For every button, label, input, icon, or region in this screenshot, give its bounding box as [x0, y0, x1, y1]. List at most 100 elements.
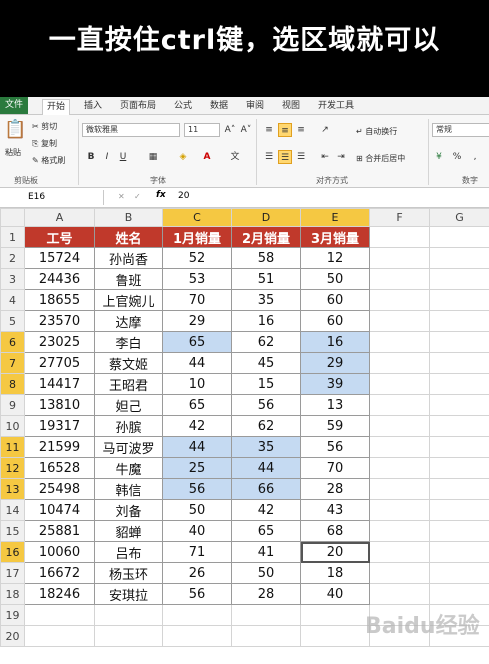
cell[interactable]: 44 — [231, 457, 301, 479]
tab-view[interactable]: 视图 — [278, 99, 304, 114]
tab-file[interactable]: 文件 — [0, 97, 28, 114]
cell[interactable]: 60 — [300, 289, 370, 311]
cell[interactable]: 68 — [300, 520, 370, 542]
fx-icon[interactable]: fx — [156, 190, 166, 200]
cell[interactable]: 56 — [231, 394, 301, 416]
cell[interactable]: 16672 — [24, 562, 95, 584]
cell[interactable] — [369, 457, 430, 479]
cell[interactable]: 35 — [231, 289, 301, 311]
cell[interactable]: 13 — [300, 394, 370, 416]
cell[interactable] — [369, 247, 430, 269]
phonetic-icon[interactable]: 文 — [228, 150, 242, 164]
cell[interactable]: 60 — [300, 310, 370, 332]
confirm-entry-icon[interactable]: ✓ — [134, 192, 141, 201]
cell[interactable]: 牛魔 — [94, 457, 163, 479]
align-top-icon[interactable]: ≡ — [262, 123, 276, 137]
cell[interactable]: 56 — [162, 583, 232, 605]
cell[interactable] — [429, 499, 489, 521]
cell[interactable]: 19317 — [24, 415, 95, 437]
font-size-select[interactable]: 11 — [184, 123, 220, 137]
cell[interactable]: 10060 — [24, 541, 95, 563]
cell[interactable]: 50 — [231, 562, 301, 584]
cell[interactable]: 65 — [162, 394, 232, 416]
tab-formulas[interactable]: 公式 — [170, 99, 196, 114]
cell[interactable]: 28 — [231, 583, 301, 605]
grow-font-icon[interactable]: A˄ — [223, 123, 237, 137]
row-header[interactable]: 1 — [0, 226, 25, 248]
cell[interactable]: 51 — [231, 268, 301, 290]
row-header[interactable]: 12 — [0, 457, 25, 479]
copy-button[interactable]: ⎘ 复制 — [32, 138, 57, 149]
cell[interactable]: 35 — [231, 436, 301, 458]
cell[interactable]: 12 — [300, 247, 370, 269]
cell[interactable]: 40 — [300, 583, 370, 605]
row-header[interactable]: 2 — [0, 247, 25, 269]
cell[interactable] — [369, 583, 430, 605]
row-header[interactable]: 14 — [0, 499, 25, 521]
cell[interactable] — [429, 373, 489, 395]
cell[interactable] — [369, 562, 430, 584]
cell[interactable] — [162, 625, 232, 647]
cell[interactable] — [369, 541, 430, 563]
increase-indent-icon[interactable]: ⇥ — [334, 150, 348, 164]
tab-home[interactable]: 开始 — [42, 99, 71, 115]
cell[interactable] — [300, 625, 370, 647]
cell[interactable]: 29 — [162, 310, 232, 332]
cell[interactable] — [429, 268, 489, 290]
cell[interactable]: 70 — [300, 457, 370, 479]
cell[interactable]: 达摩 — [94, 310, 163, 332]
cell[interactable]: 18655 — [24, 289, 95, 311]
cell[interactable]: 29 — [300, 352, 370, 374]
cell[interactable]: 59 — [300, 415, 370, 437]
wrap-text-button[interactable]: ↵ 自动换行 — [356, 126, 397, 137]
column-header[interactable]: D — [231, 208, 301, 227]
cell[interactable]: 16 — [300, 331, 370, 353]
cell[interactable]: 70 — [162, 289, 232, 311]
cell[interactable] — [231, 604, 301, 626]
cell[interactable] — [429, 478, 489, 500]
cell[interactable]: 65 — [162, 331, 232, 353]
cell[interactable]: 52 — [162, 247, 232, 269]
header-cell[interactable]: 工号 — [24, 226, 95, 248]
header-cell[interactable]: 2月销量 — [231, 226, 301, 248]
paste-icon[interactable]: 📋 — [4, 119, 26, 140]
cell[interactable]: 56 — [162, 478, 232, 500]
cell[interactable] — [429, 331, 489, 353]
cell[interactable]: 41 — [231, 541, 301, 563]
cell[interactable] — [369, 436, 430, 458]
cell[interactable] — [429, 436, 489, 458]
align-left-icon[interactable]: ☰ — [262, 150, 276, 164]
tab-developer[interactable]: 开发工具 — [314, 99, 358, 114]
cell[interactable] — [429, 226, 489, 248]
shrink-font-icon[interactable]: A˅ — [239, 123, 253, 137]
cell[interactable] — [369, 331, 430, 353]
cell[interactable] — [231, 625, 301, 647]
cell[interactable]: 上官婉儿 — [94, 289, 163, 311]
cell[interactable]: 刘备 — [94, 499, 163, 521]
cell[interactable]: 杨玉环 — [94, 562, 163, 584]
formula-input[interactable]: 20 — [178, 191, 189, 201]
cell[interactable]: 蔡文姬 — [94, 352, 163, 374]
cell[interactable]: 71 — [162, 541, 232, 563]
cell[interactable] — [94, 625, 163, 647]
cell[interactable]: 18246 — [24, 583, 95, 605]
cell[interactable]: 42 — [231, 499, 301, 521]
cell[interactable]: 45 — [231, 352, 301, 374]
cell[interactable] — [429, 415, 489, 437]
cell[interactable]: 18 — [300, 562, 370, 584]
underline-button[interactable]: U — [116, 150, 130, 164]
tab-page-layout[interactable]: 页面布局 — [116, 99, 160, 114]
cell[interactable] — [369, 310, 430, 332]
cell[interactable]: 妲己 — [94, 394, 163, 416]
header-cell[interactable]: 姓名 — [94, 226, 163, 248]
cell[interactable] — [429, 394, 489, 416]
cell[interactable]: 50 — [162, 499, 232, 521]
bold-button[interactable]: B — [84, 150, 98, 164]
tab-data[interactable]: 数据 — [206, 99, 232, 114]
cell[interactable] — [429, 289, 489, 311]
row-header[interactable]: 6 — [0, 331, 25, 353]
cell[interactable]: 58 — [231, 247, 301, 269]
cell[interactable]: 孙膑 — [94, 415, 163, 437]
cell[interactable]: 42 — [162, 415, 232, 437]
cell[interactable]: 50 — [300, 268, 370, 290]
